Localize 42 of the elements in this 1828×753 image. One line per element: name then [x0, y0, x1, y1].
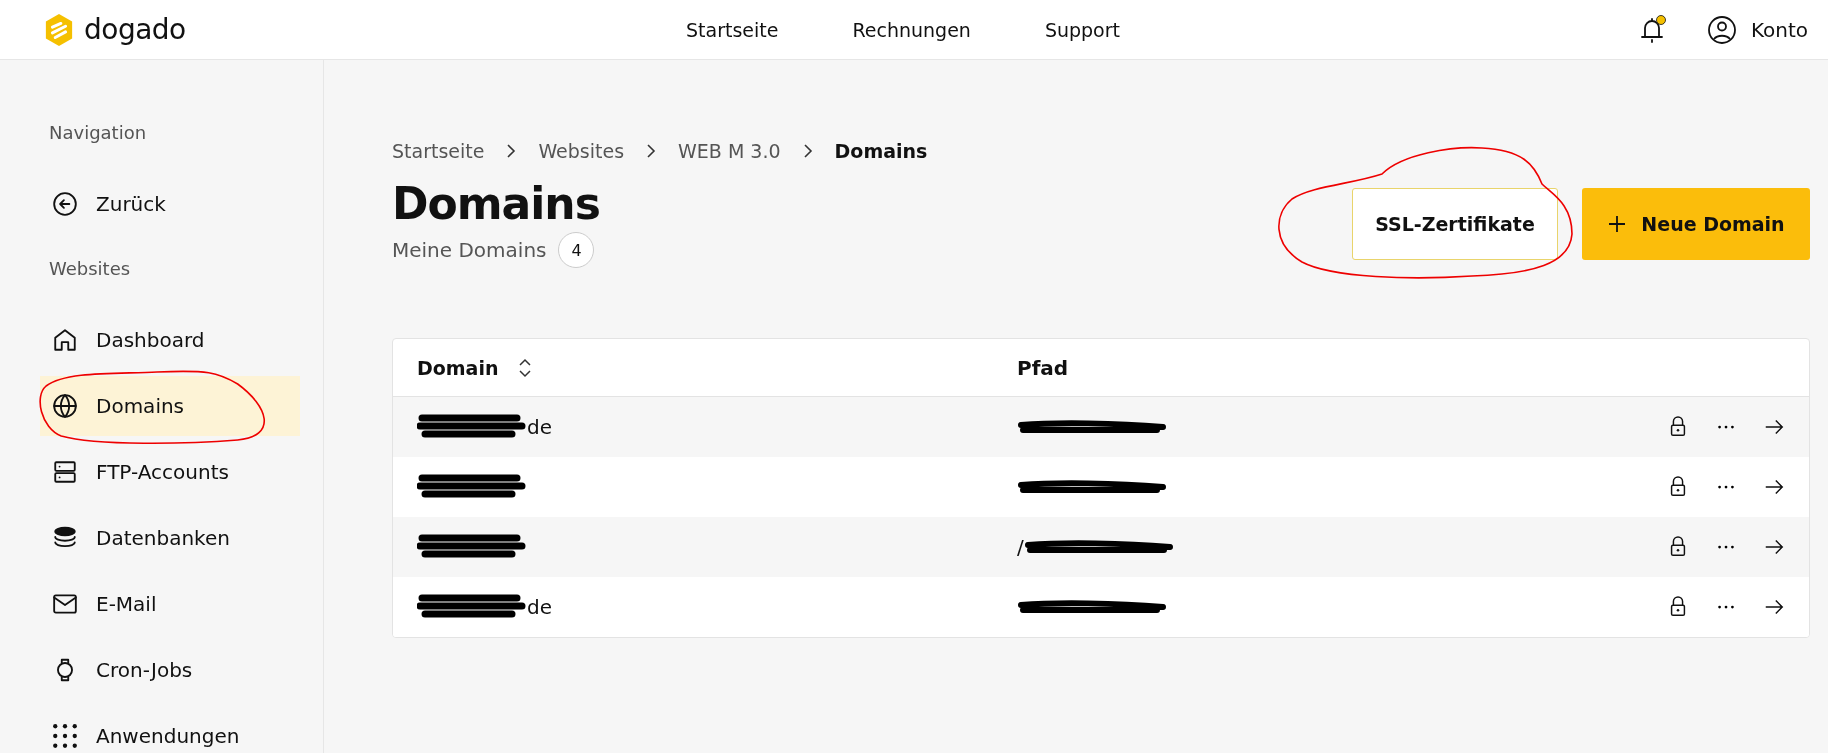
- dots-grid-icon: [52, 723, 78, 749]
- new-domain-button[interactable]: Neue Domain: [1582, 188, 1810, 260]
- logo-text: dogado: [84, 13, 186, 46]
- server-icon: [52, 459, 78, 485]
- sidebar-item[interactable]: Domains: [40, 376, 300, 436]
- breadcrumb-link[interactable]: Domains: [834, 140, 928, 162]
- account-link[interactable]: Konto: [1706, 14, 1808, 45]
- nav-link[interactable]: Support: [1044, 18, 1120, 41]
- path-cell: /: [1017, 535, 1024, 559]
- page-title: Domains: [392, 178, 600, 230]
- domain-cell: de: [527, 415, 552, 439]
- sidebar-section-title: Navigation: [48, 122, 148, 145]
- nav-link[interactable]: Rechnungen: [852, 18, 971, 41]
- sidebar-item[interactable]: Anwendungen: [40, 706, 300, 753]
- chevron-right-icon: [506, 143, 517, 159]
- breadcrumb-link[interactable]: Websites: [538, 140, 625, 162]
- sidebar-item[interactable]: Dashboard: [40, 310, 300, 370]
- plus-icon: [1607, 214, 1628, 234]
- chevron-right-icon: [646, 143, 657, 159]
- chevron-right-icon: [802, 143, 813, 159]
- envelope-icon: [52, 591, 78, 617]
- home-icon: [52, 327, 78, 353]
- sidebar-item[interactable]: Cron-Jobs: [40, 640, 300, 700]
- sidebar-item[interactable]: FTP-Accounts: [40, 442, 300, 502]
- nav-link[interactable]: Startseite: [686, 18, 779, 41]
- ssl-button[interactable]: SSL-Zertifikate: [1352, 188, 1558, 260]
- page-subtitle: Meine Domains: [392, 238, 547, 262]
- column-header[interactable]: Domain: [417, 356, 499, 379]
- domain-cell: de: [527, 595, 552, 619]
- column-header: Pfad: [1017, 355, 1069, 380]
- sidebar-item[interactable]: Datenbanken: [40, 508, 300, 568]
- breadcrumb-link[interactable]: Startseite: [392, 140, 485, 162]
- sidebar-item[interactable]: Zurück: [40, 174, 300, 234]
- notification-bell-icon[interactable]: [1638, 14, 1667, 45]
- logo-icon: [44, 12, 74, 47]
- breadcrumb-link[interactable]: WEB M 3.0: [678, 140, 781, 162]
- sort-icon[interactable]: [518, 356, 533, 379]
- sidebar-section-title: Websites: [48, 258, 132, 281]
- count-badge: 4: [558, 232, 595, 268]
- user-icon: [1706, 14, 1737, 45]
- globe-icon: [52, 393, 78, 419]
- sidebar-item[interactable]: E-Mail: [40, 574, 300, 634]
